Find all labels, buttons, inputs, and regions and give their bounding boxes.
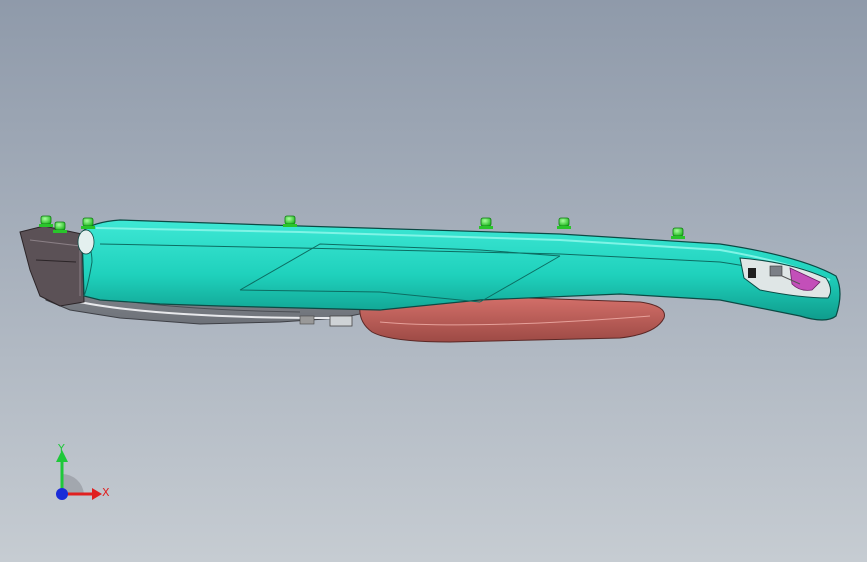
y-axis-label: Y [58, 442, 65, 455]
cad-model[interactable] [0, 0, 867, 562]
rear-cap [19, 225, 85, 307]
axes-icon [56, 450, 102, 500]
graphics-viewport[interactable] [0, 0, 867, 562]
x-axis-label: X [102, 486, 110, 499]
coordinate-triad: Y X [44, 438, 124, 518]
